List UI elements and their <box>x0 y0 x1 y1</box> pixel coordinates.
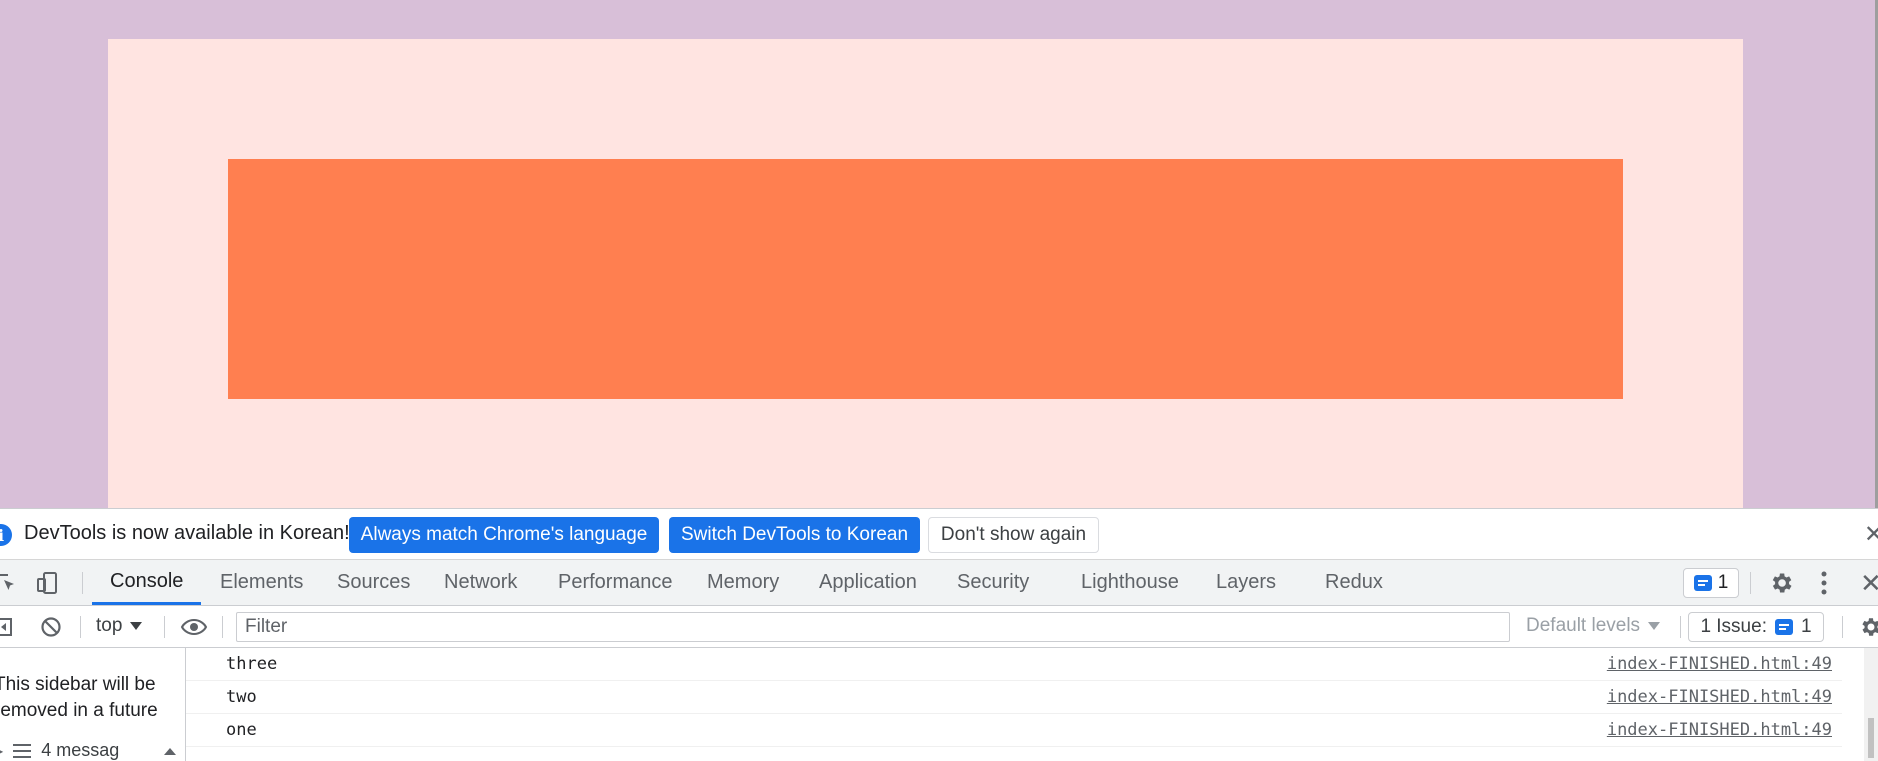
list-icon <box>13 743 32 758</box>
console-log-row: two index-FINISHED.html:49 <box>186 681 1842 714</box>
devtools-panel: i DevTools is now available in Korean! A… <box>0 508 1878 761</box>
close-icon[interactable]: ✕ <box>1864 520 1878 549</box>
tab-redux[interactable]: Redux <box>1325 560 1383 605</box>
match-language-button[interactable]: Always match Chrome's language <box>349 517 659 553</box>
console-output: three index-FINISHED.html:49 two index-F… <box>186 648 1878 761</box>
console-scrollbar[interactable] <box>1864 648 1878 761</box>
chevron-down-icon <box>1648 622 1661 630</box>
sidebar-item-label: 4 messag <box>41 740 120 760</box>
tabbar-divider <box>1750 572 1751 594</box>
tab-performance[interactable]: Performance <box>558 560 673 605</box>
tabbar-divider <box>82 572 83 594</box>
console-log-row: three index-FINISHED.html:49 <box>186 648 1842 681</box>
toolbar-divider <box>164 616 165 638</box>
toolbar-divider <box>222 616 223 638</box>
issue-chat-icon <box>1693 575 1712 591</box>
more-options-icon[interactable] <box>1818 570 1830 596</box>
issues-badge-count: 1 <box>1717 572 1729 593</box>
log-message: one <box>226 720 257 740</box>
console-scrollbar-thumb[interactable] <box>1868 718 1874 758</box>
language-infobar: i DevTools is now available in Korean! A… <box>0 509 1878 560</box>
console-log-row: one index-FINISHED.html:49 <box>186 714 1842 747</box>
toolbar-divider <box>1842 616 1843 638</box>
scroll-up-icon[interactable] <box>164 748 176 755</box>
tab-lighthouse[interactable]: Lighthouse <box>1081 560 1179 605</box>
console-settings-gear-icon[interactable] <box>1858 615 1878 639</box>
console-toolbar: top Default levels 1 Issue: 1 <box>0 606 1878 648</box>
toolbar-divider <box>80 616 81 638</box>
issues-badge[interactable]: 1 <box>1683 568 1739 598</box>
eye-icon[interactable] <box>180 617 208 637</box>
log-message: three <box>226 654 278 674</box>
devtools-tabbar: Console Elements Sources Network Perform… <box>0 560 1878 606</box>
issues-counter-button[interactable]: 1 Issue: 1 <box>1688 612 1824 642</box>
log-levels-label: Default levels <box>1526 615 1641 636</box>
log-message: two <box>226 687 257 707</box>
log-source-link[interactable]: index-FINISHED.html:49 <box>1607 687 1832 707</box>
context-selector[interactable]: top <box>96 615 143 637</box>
tab-console[interactable]: Console <box>92 560 202 605</box>
issue-label: 1 Issue: <box>1700 616 1767 637</box>
tab-memory[interactable]: Memory <box>707 560 779 605</box>
chevron-down-icon <box>130 622 143 630</box>
switch-language-button[interactable]: Switch DevTools to Korean <box>669 517 920 553</box>
log-levels-dropdown[interactable]: Default levels <box>1526 615 1661 637</box>
close-devtools-icon[interactable]: ✕ <box>1860 568 1878 599</box>
console-sidebar: This sidebar will be removed in a future… <box>0 648 186 761</box>
tab-security[interactable]: Security <box>957 560 1029 605</box>
device-toolbar-icon[interactable] <box>36 571 60 595</box>
log-source-link[interactable]: index-FINISHED.html:49 <box>1607 720 1832 740</box>
sidebar-item-messages[interactable]: ▶ 4 messag <box>0 740 119 761</box>
sidebar-toggle-icon[interactable] <box>0 618 12 636</box>
tab-elements[interactable]: Elements <box>220 560 303 605</box>
tab-sources[interactable]: Sources <box>337 560 410 605</box>
inspect-element-icon[interactable] <box>0 572 16 592</box>
inner-box <box>228 159 1623 399</box>
dont-show-again-button[interactable]: Don't show again <box>928 517 1099 553</box>
expand-arrow-icon: ▶ <box>0 744 3 758</box>
filter-input[interactable] <box>236 612 1510 642</box>
tab-network[interactable]: Network <box>444 560 517 605</box>
toolbar-divider <box>1680 616 1681 638</box>
issue-chat-icon <box>1774 619 1793 635</box>
infobar-message: DevTools is now available in Korean! <box>24 522 350 544</box>
clear-console-icon[interactable] <box>40 616 62 638</box>
tab-layers[interactable]: Layers <box>1216 560 1276 605</box>
context-value: top <box>96 615 123 636</box>
log-source-link[interactable]: index-FINISHED.html:49 <box>1607 654 1832 674</box>
sidebar-deprecation-note: This sidebar will be removed in a future <box>0 674 158 721</box>
page-viewport: i DevTools is now available in Korean! A… <box>0 0 1878 761</box>
tab-application[interactable]: Application <box>819 560 917 605</box>
issue-count: 1 <box>1800 616 1812 637</box>
info-icon: i <box>0 524 12 546</box>
gear-icon[interactable] <box>1768 570 1794 596</box>
